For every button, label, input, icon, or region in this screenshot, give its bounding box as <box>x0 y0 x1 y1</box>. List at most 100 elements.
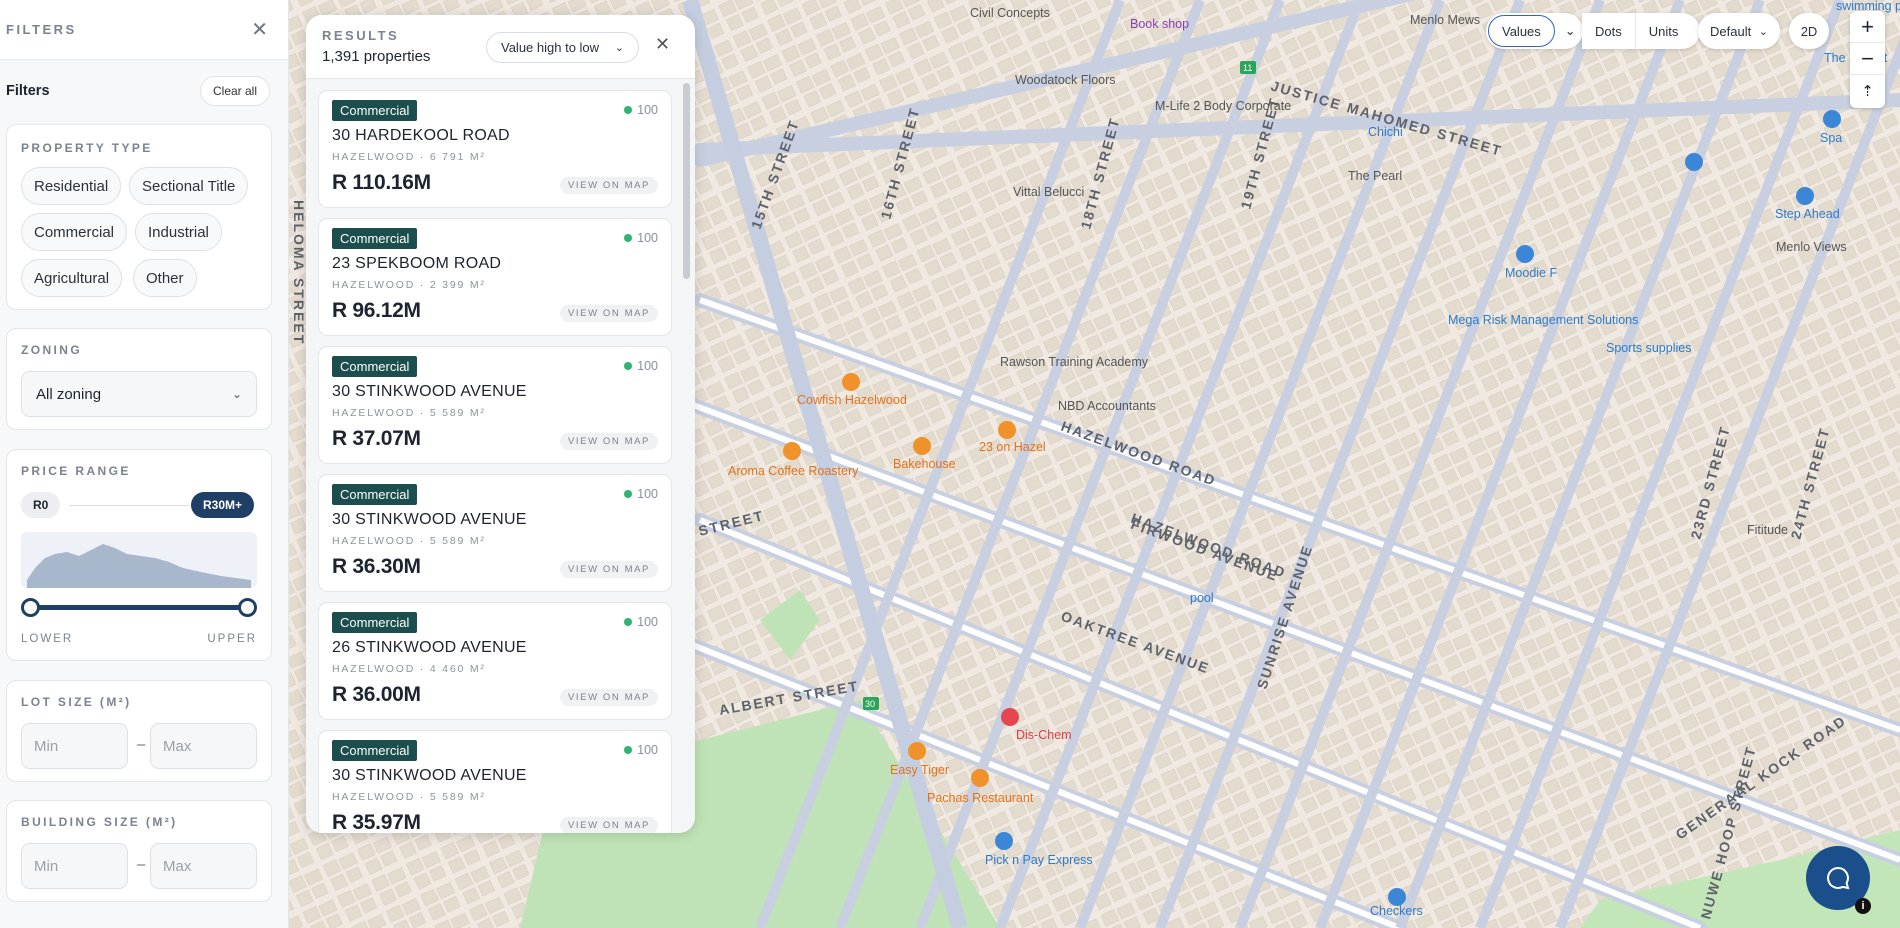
view-on-map-button[interactable]: VIEW ON MAP <box>560 561 658 578</box>
shop-pin-icon[interactable] <box>1685 153 1703 171</box>
poi-label: Rawson Training Academy <box>1000 355 1149 369</box>
status-dot-icon <box>624 618 633 626</box>
status-dot-icon <box>624 490 633 498</box>
filters-label: Filters <box>6 83 50 99</box>
results-list: Commercial 100 30 HARDEKOOL ROAD HAZELWO… <box>318 90 672 833</box>
result-card[interactable]: Commercial 100 30 STINKWOOD AVENUE HAZEL… <box>318 730 672 833</box>
chevron-down-icon[interactable]: ⌄ <box>1557 13 1584 49</box>
results-header: RESULTS 1,391 properties Value high to l… <box>306 15 695 79</box>
price-slider-lower-handle[interactable] <box>21 598 40 617</box>
score-indicator: 100 <box>624 615 658 629</box>
result-card[interactable]: Commercial 100 26 STINKWOOD AVENUE HAZEL… <box>318 602 672 720</box>
lot-size-max-input[interactable]: Max <box>150 723 257 769</box>
building-size-max-input[interactable]: Max <box>150 843 257 889</box>
route-shield: 30 <box>865 699 875 709</box>
poi-label: Menlo Views <box>1776 240 1847 254</box>
building-size-min-input[interactable]: Min <box>21 843 128 889</box>
filters-header: FILTERS ✕ <box>0 0 288 60</box>
map-style-value: Default <box>1710 23 1752 39</box>
chip-residential[interactable]: Residential <box>21 167 122 205</box>
poi-label: Pick n Pay Express <box>985 853 1093 867</box>
building-size-card: BUILDING SIZE (M²) Min – Max <box>6 800 272 902</box>
compass-icon[interactable]: ⇡ <box>1850 75 1885 107</box>
chip-sectional-title[interactable]: Sectional Title <box>129 167 249 205</box>
close-filters-icon[interactable]: ✕ <box>251 20 268 40</box>
property-meta: HAZELWOOD · 2 399 M² <box>332 279 486 291</box>
status-dot-icon <box>624 234 633 242</box>
chevron-down-icon: ⌄ <box>231 387 242 401</box>
poi-label: pool <box>1190 591 1214 605</box>
spa-pin-icon[interactable] <box>1823 110 1841 128</box>
property-type-badge: Commercial <box>332 612 418 633</box>
result-card[interactable]: Commercial 100 30 STINKWOOD AVENUE HAZEL… <box>318 346 672 464</box>
poi-label: Sports supplies <box>1606 341 1691 355</box>
zoning-select[interactable]: All zoning ⌄ <box>21 371 257 417</box>
view-on-map-button[interactable]: VIEW ON MAP <box>560 817 658 833</box>
range-dash: – <box>137 856 146 873</box>
property-address: 30 STINKWOOD AVENUE <box>332 511 527 528</box>
zoom-out-button[interactable]: − <box>1850 43 1885 75</box>
poi-label: Moodie F <box>1505 266 1557 280</box>
price-slider-upper-handle[interactable] <box>238 598 257 617</box>
mode-units[interactable]: Units <box>1636 13 1692 49</box>
info-icon[interactable]: i <box>1855 898 1871 914</box>
chip-agricultural[interactable]: Agricultural <box>21 259 123 297</box>
shop-pin-icon[interactable] <box>1796 187 1814 205</box>
property-address: 30 STINKWOOD AVENUE <box>332 383 527 400</box>
price-slider-track[interactable] <box>29 605 247 610</box>
restaurant-pin-icon[interactable] <box>908 742 926 760</box>
poi-label: Checkers <box>1370 904 1423 918</box>
zoning-card: ZONING All zoning ⌄ <box>6 328 272 430</box>
chip-other[interactable]: Other <box>133 259 197 297</box>
price-max-badge: R30M+ <box>191 492 255 518</box>
poi-label: Pachas Restaurant <box>927 791 1034 805</box>
result-card[interactable]: Commercial 100 30 STINKWOOD AVENUE HAZEL… <box>318 474 672 592</box>
results-scrollbar[interactable] <box>683 83 690 279</box>
view-on-map-button[interactable]: VIEW ON MAP <box>560 177 658 194</box>
lot-size-min-input[interactable]: Min <box>21 723 128 769</box>
poi-label: 23 on Hazel <box>979 440 1046 454</box>
chip-commercial[interactable]: Commercial <box>21 213 128 251</box>
zoom-control: + − ⇡ <box>1850 11 1885 108</box>
view-on-map-button[interactable]: VIEW ON MAP <box>560 433 658 450</box>
property-meta: HAZELWOOD · 4 460 M² <box>332 663 486 675</box>
property-type-badge: Commercial <box>332 356 418 377</box>
poi-label: The Pearl <box>1348 169 1402 183</box>
sort-select[interactable]: Value high to low ⌄ <box>486 32 639 63</box>
view-2d-toggle[interactable]: 2D <box>1789 13 1829 49</box>
price-histogram <box>21 532 257 588</box>
restaurant-pin-icon[interactable] <box>998 421 1016 439</box>
restaurant-pin-icon[interactable] <box>783 442 801 460</box>
shop-pin-icon[interactable] <box>995 832 1013 850</box>
score-value: 100 <box>637 615 658 629</box>
mode-dots[interactable]: Dots <box>1582 13 1636 49</box>
shop-pin-icon[interactable] <box>1388 888 1406 906</box>
view-on-map-button[interactable]: VIEW ON MAP <box>560 689 658 706</box>
poi-label: Mega Risk Management Solutions <box>1448 313 1638 327</box>
building-size-title: BUILDING SIZE (M²) <box>21 815 178 829</box>
restaurant-pin-icon[interactable] <box>842 373 860 391</box>
sort-select-value: Value high to low <box>501 40 600 55</box>
pharmacy-pin-icon[interactable] <box>1001 708 1019 726</box>
price-range-card: PRICE RANGE R0 R30M+ LOWER UPPER <box>6 449 272 661</box>
mode-values[interactable]: Values <box>1488 15 1555 47</box>
property-price: R 110.16M <box>332 171 431 194</box>
score-indicator: 100 <box>624 487 658 501</box>
results-count: 1,391 properties <box>322 48 431 65</box>
view-on-map-button[interactable]: VIEW ON MAP <box>560 305 658 322</box>
score-indicator: 100 <box>624 103 658 117</box>
result-card[interactable]: Commercial 100 30 HARDEKOOL ROAD HAZELWO… <box>318 90 672 208</box>
result-card[interactable]: Commercial 100 23 SPEKBOOM ROAD HAZELWOO… <box>318 218 672 336</box>
close-results-icon[interactable]: ✕ <box>655 34 670 55</box>
zoom-in-button[interactable]: + <box>1850 11 1885 43</box>
chip-industrial[interactable]: Industrial <box>135 213 222 251</box>
shop-pin-icon[interactable] <box>1516 245 1534 263</box>
restaurant-pin-icon[interactable] <box>971 769 989 787</box>
price-min-badge: R0 <box>21 492 61 518</box>
restaurant-pin-icon[interactable] <box>913 437 931 455</box>
map-style-select[interactable]: Default ⌄ <box>1698 13 1780 49</box>
range-dash: – <box>137 736 146 753</box>
clear-all-button[interactable]: Clear all <box>199 76 270 106</box>
property-meta: HAZELWOOD · 5 589 M² <box>332 535 486 547</box>
poi-label: Cowfish Hazelwood <box>797 393 907 407</box>
